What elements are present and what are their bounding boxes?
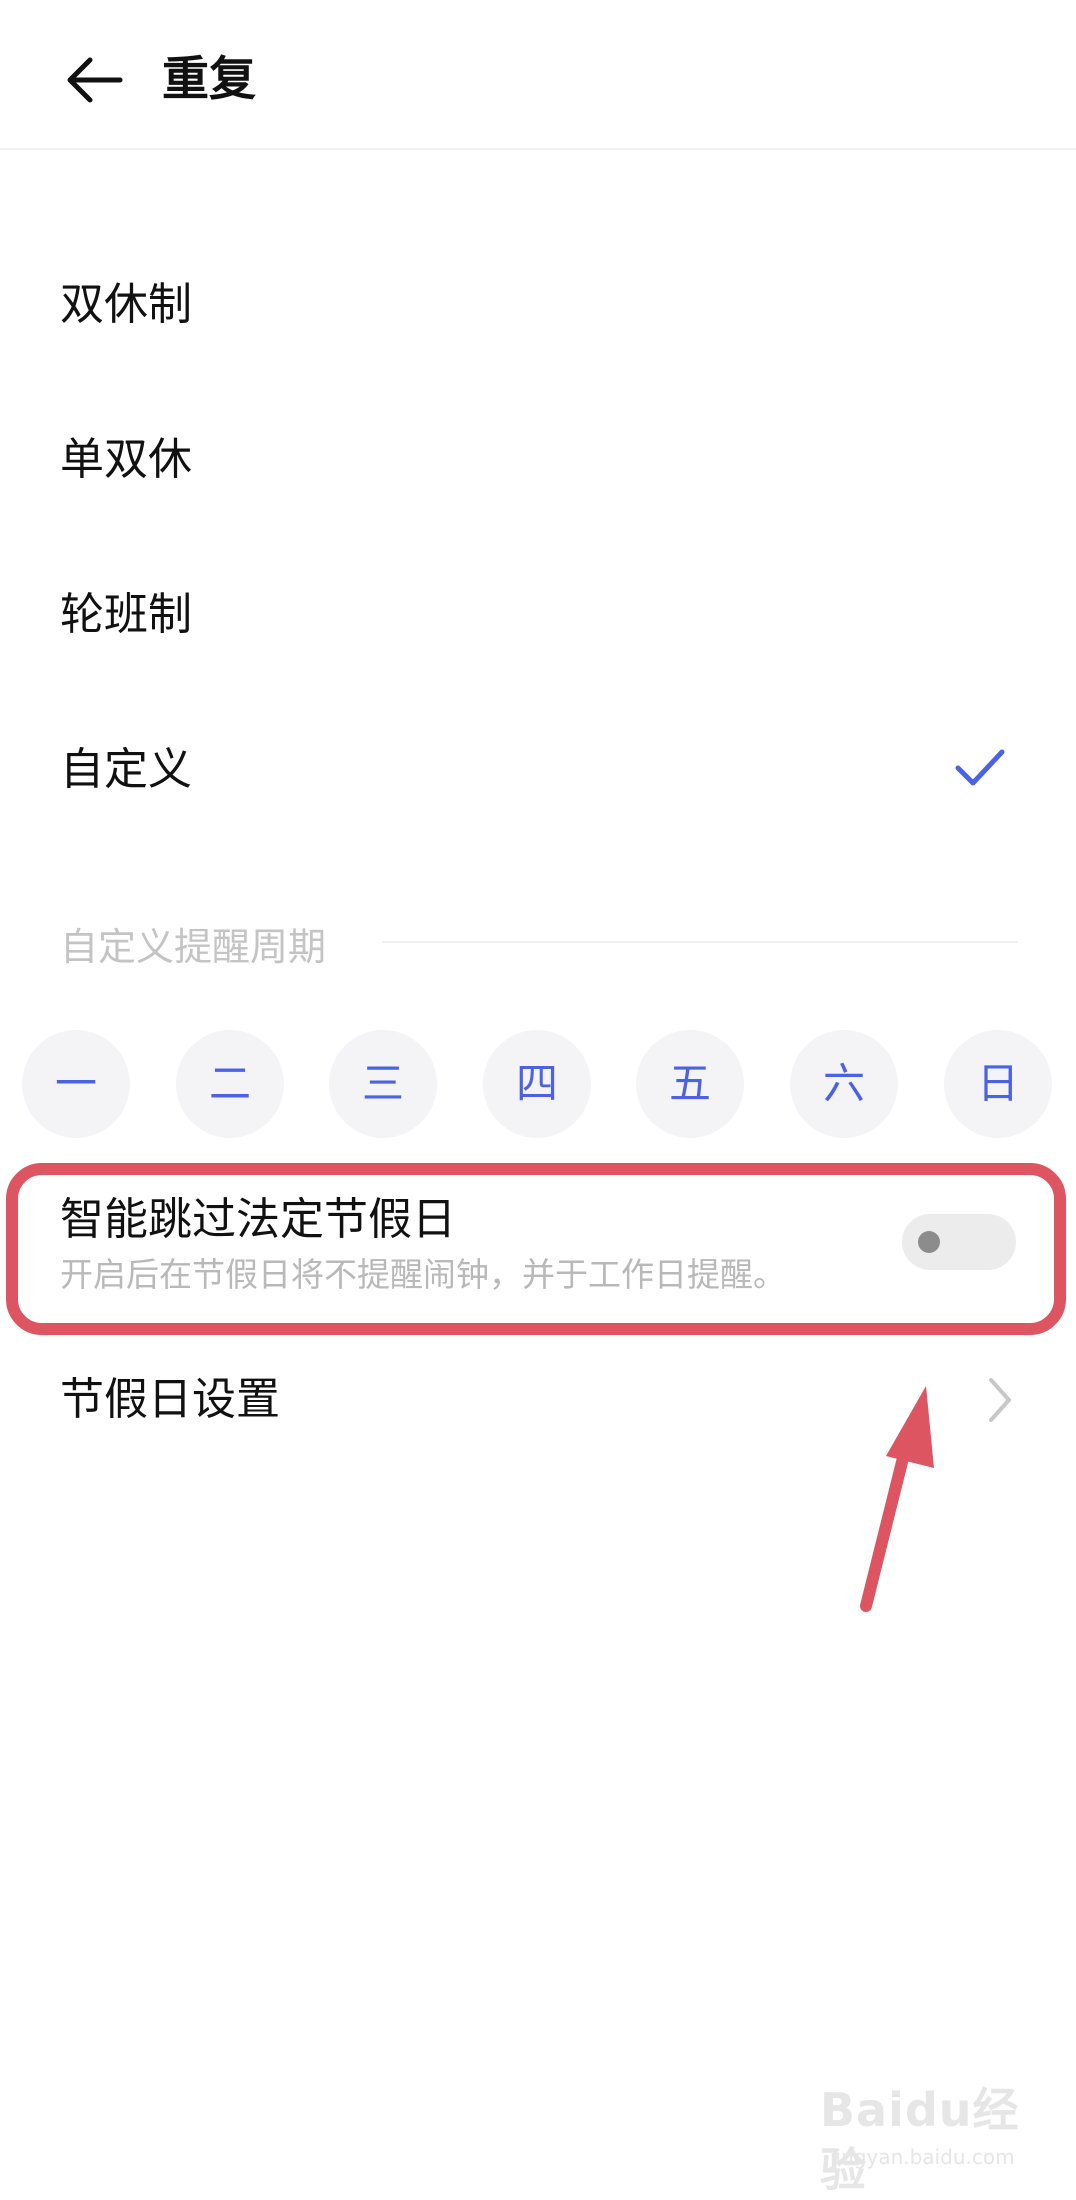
annotation-arrow-icon (860, 1386, 934, 1612)
watermark-brand: Baidu经验 (820, 2083, 1020, 2197)
option-lunban[interactable]: 轮班制 (0, 540, 1076, 690)
option-danshuangxiu[interactable]: 单双休 (0, 385, 1076, 535)
option-shuangxiu[interactable]: 双休制 (0, 230, 1076, 380)
chevron-right-icon (989, 1378, 1011, 1422)
holiday-settings-label: 节假日设置 (60, 1374, 280, 1425)
annotation-highlight-box (6, 1163, 1066, 1335)
section-divider (382, 941, 1018, 943)
back-button[interactable] (60, 48, 130, 112)
option-label: 自定义 (60, 744, 192, 795)
section-label-custom-cycle: 自定义提醒周期 (60, 925, 327, 969)
day-button-thu[interactable]: 四 (483, 1030, 591, 1138)
header-bar: 重复 (0, 0, 1076, 150)
day-button-wed[interactable]: 三 (329, 1030, 437, 1138)
day-button-tue[interactable]: 二 (176, 1030, 284, 1138)
day-button-sat[interactable]: 六 (790, 1030, 898, 1138)
option-label: 双休制 (60, 279, 192, 330)
back-arrow-icon (67, 57, 123, 103)
checkmark-icon (955, 749, 1005, 786)
option-custom[interactable]: 自定义 (0, 695, 1076, 845)
option-label: 轮班制 (60, 589, 192, 640)
watermark: Baidu经验 jingyan.baidu.com (820, 2080, 1050, 2197)
page-title: 重复 (162, 52, 256, 107)
watermark-url: jingyan.baidu.com (830, 2145, 1015, 2169)
option-label: 单双休 (60, 434, 192, 485)
day-button-fri[interactable]: 五 (636, 1030, 744, 1138)
day-button-sun[interactable]: 日 (944, 1030, 1052, 1138)
day-button-mon[interactable]: 一 (22, 1030, 130, 1138)
